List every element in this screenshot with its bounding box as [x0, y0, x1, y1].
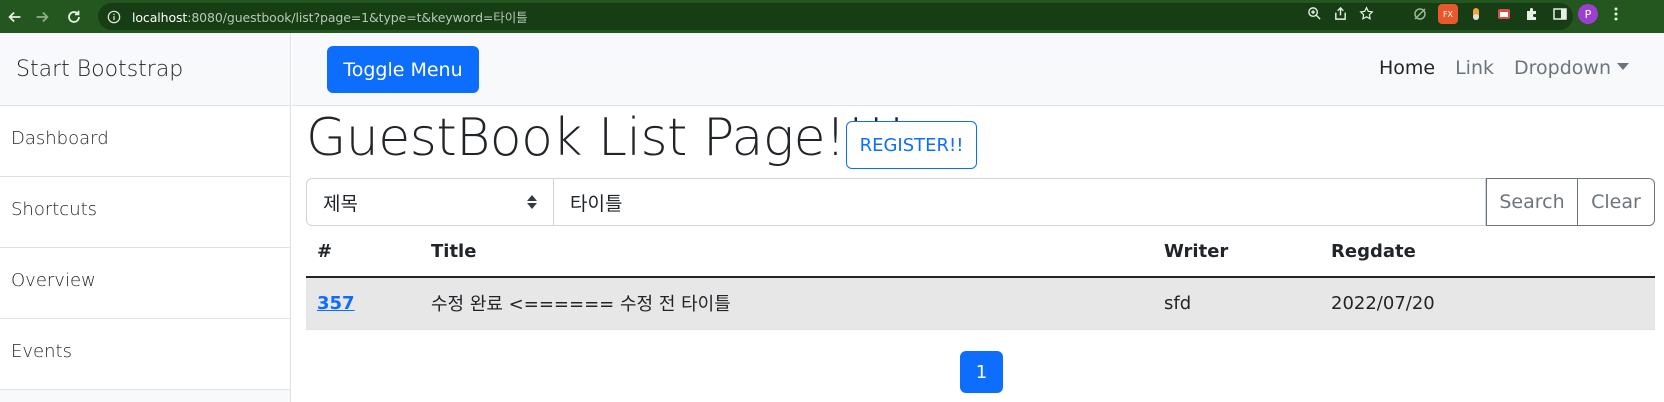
search-type-select[interactable]: 제목	[306, 178, 554, 226]
nav-dropdown-label: Dropdown	[1514, 57, 1611, 79]
search-button[interactable]: Search	[1486, 178, 1578, 226]
nav-dropdown[interactable]: Dropdown	[1514, 57, 1629, 79]
extensions-area: FX P	[1410, 4, 1626, 24]
top-navbar: Toggle Menu Home Link Dropdown	[292, 33, 1664, 106]
sidebar-item-overview[interactable]: Overview	[0, 248, 290, 319]
site-info-icon[interactable]	[106, 9, 122, 25]
sidebar-item-events[interactable]: Events	[0, 319, 290, 390]
toggle-menu-button[interactable]: Toggle Menu	[327, 46, 479, 93]
sidebar-heading: Start Bootstrap	[0, 33, 290, 106]
nav-link-home[interactable]: Home	[1379, 57, 1435, 79]
back-arrow-icon[interactable]	[2, 4, 28, 30]
column-header-title: Title	[420, 227, 1153, 278]
page-title: GuestBook List Page!!!!	[306, 108, 907, 168]
extension-window-icon[interactable]	[1494, 4, 1514, 24]
nav-links: Home Link Dropdown	[1379, 57, 1629, 79]
cell-number: 357	[306, 277, 420, 330]
profile-avatar[interactable]: P	[1578, 4, 1598, 24]
table-row: 357 수정 완료 <====== 수정 전 타이틀 sfd 2022/07/2…	[306, 277, 1655, 330]
post-number-link[interactable]: 357	[317, 293, 355, 314]
column-header-number: #	[306, 227, 420, 278]
cell-regdate: 2022/07/20	[1320, 277, 1655, 330]
cell-title: 수정 완료 <====== 수정 전 타이틀	[420, 277, 1153, 330]
bookmark-star-icon[interactable]	[1358, 5, 1374, 21]
extensions-puzzle-icon[interactable]	[1522, 4, 1542, 24]
clear-button[interactable]: Clear	[1578, 178, 1655, 226]
address-bar-actions	[1306, 5, 1374, 21]
browser-toolbar: localhost:8080/guestbook/list?page=1&typ…	[0, 0, 1664, 33]
forward-arrow-icon[interactable]	[29, 4, 55, 30]
zoom-icon[interactable]	[1306, 5, 1322, 21]
search-type-value: 제목	[323, 192, 358, 215]
column-header-regdate: Regdate	[1320, 227, 1655, 278]
browser-menu-icon[interactable]	[1606, 4, 1626, 24]
register-button[interactable]: REGISTER!!	[846, 121, 977, 169]
guestbook-table: # Title Writer Regdate 357 수정 완료 <======…	[306, 227, 1655, 330]
url-text[interactable]: localhost:8080/guestbook/list?page=1&typ…	[132, 7, 528, 26]
url-path: :8080/guestbook/list?page=1&type=t&keywo…	[187, 10, 528, 25]
nav-link-link[interactable]: Link	[1455, 57, 1494, 79]
caret-down-icon	[1617, 63, 1629, 70]
pagination-page-1[interactable]: 1	[960, 351, 1003, 393]
sidebar: Start Bootstrap Dashboard Shortcuts Over…	[0, 33, 291, 402]
extension-capsule-icon[interactable]	[1466, 4, 1486, 24]
share-icon[interactable]	[1332, 5, 1348, 21]
table-header-row: # Title Writer Regdate	[306, 227, 1655, 278]
extension-sync-icon[interactable]	[1410, 4, 1430, 24]
cell-writer: sfd	[1153, 277, 1320, 330]
column-header-writer: Writer	[1153, 227, 1320, 278]
reload-icon[interactable]	[61, 4, 87, 30]
side-panel-icon[interactable]	[1550, 4, 1570, 24]
url-host: localhost	[132, 10, 188, 25]
search-form: 제목 Search Clear	[306, 178, 1655, 226]
select-arrows-icon	[527, 195, 537, 209]
sidebar-item-dashboard[interactable]: Dashboard	[0, 106, 290, 177]
extension-fx-icon[interactable]: FX	[1438, 4, 1458, 24]
sidebar-item-shortcuts[interactable]: Shortcuts	[0, 177, 290, 248]
keyword-input[interactable]	[554, 178, 1486, 226]
